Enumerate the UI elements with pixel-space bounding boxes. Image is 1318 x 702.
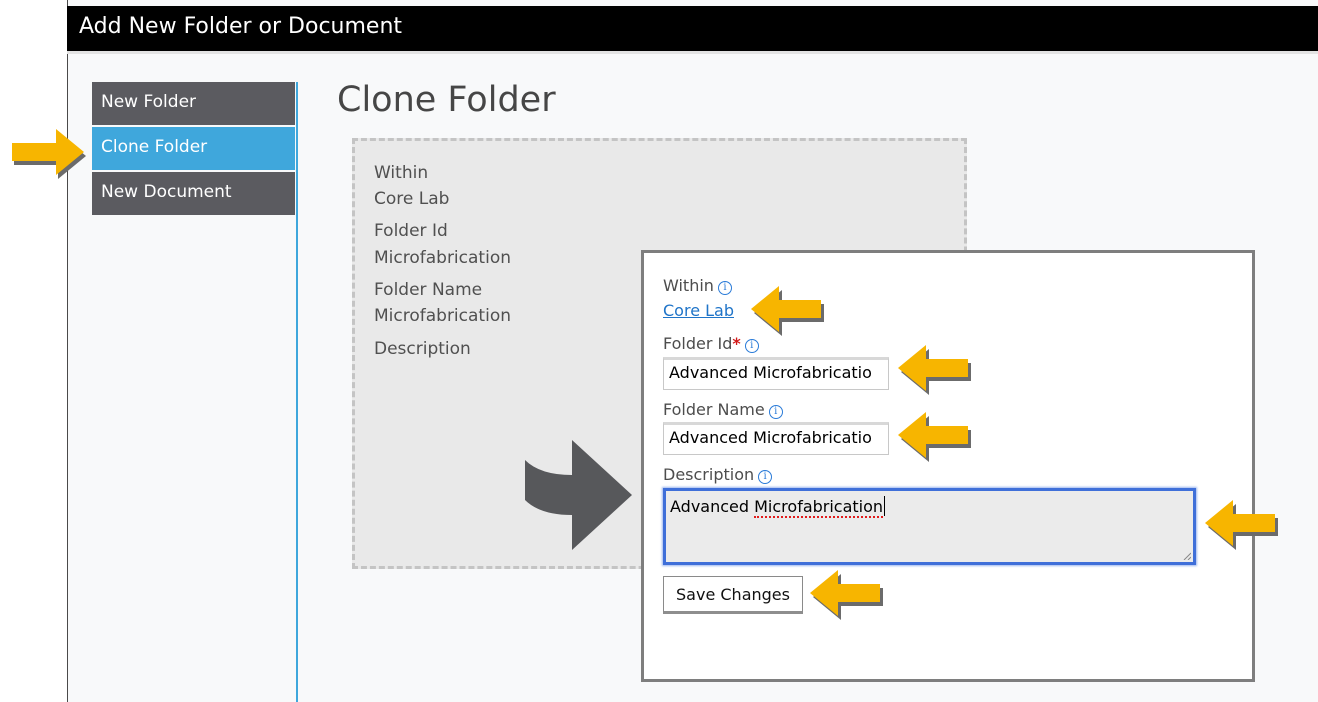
folder-id-input[interactable]: Advanced Microfabricatio — [663, 357, 889, 390]
yellow-arrow-icon — [898, 412, 971, 462]
description-word-2: Microfabrication — [754, 497, 884, 518]
within-label: Within i — [663, 276, 732, 295]
description-word-1: Advanced — [670, 497, 750, 516]
sidebar-item-new-folder[interactable]: New Folder — [92, 82, 295, 125]
info-icon[interactable]: i — [758, 470, 773, 484]
summary-within-value: Core Lab — [374, 189, 450, 209]
summary-folder-name-value: Microfabrication — [374, 306, 511, 326]
sidebar-divider — [296, 82, 298, 702]
window-title: Add New Folder or Document — [79, 14, 403, 39]
summary-folder-name-label: Folder Name — [374, 280, 483, 300]
folder-name-label: Folder Name i — [663, 400, 783, 419]
folder-id-label: Folder Id* i — [663, 334, 759, 353]
summary-folder-id-label: Folder Id — [374, 221, 448, 241]
yellow-arrow-icon — [12, 129, 86, 179]
window-titlebar: Add New Folder or Document — [67, 6, 1318, 51]
summary-within-label: Within — [374, 163, 429, 183]
yellow-arrow-icon — [898, 345, 971, 395]
save-changes-button[interactable]: Save Changes — [663, 576, 803, 614]
titlebar-divider — [67, 51, 1318, 54]
description-label-text: Description — [663, 465, 755, 484]
sidebar-item-new-document[interactable]: New Document — [92, 172, 295, 215]
text-caret — [884, 496, 886, 516]
info-icon[interactable]: i — [744, 339, 759, 353]
sidebar-item-clone-folder[interactable]: Clone Folder — [92, 127, 295, 170]
big-gray-arrow-icon — [525, 440, 632, 550]
folder-name-label-text: Folder Name — [663, 400, 765, 419]
resize-grip-icon[interactable] — [1183, 552, 1191, 560]
summary-description-label: Description — [374, 339, 471, 359]
description-label: Description i — [663, 465, 773, 484]
folder-id-label-text: Folder Id — [663, 334, 733, 353]
summary-folder-id-value: Microfabrication — [374, 248, 511, 268]
within-label-text: Within — [663, 276, 714, 295]
yellow-arrow-icon — [1205, 500, 1278, 550]
page-title: Clone Folder — [337, 80, 556, 120]
yellow-arrow-icon — [751, 286, 824, 336]
yellow-arrow-icon — [810, 570, 883, 620]
info-icon[interactable]: i — [717, 281, 732, 295]
required-marker: * — [732, 334, 741, 353]
folder-name-input[interactable]: Advanced Microfabricatio — [663, 422, 889, 455]
info-icon[interactable]: i — [768, 405, 783, 419]
within-link[interactable]: Core Lab — [663, 301, 734, 320]
description-textarea[interactable]: Advanced Microfabrication — [663, 488, 1196, 565]
